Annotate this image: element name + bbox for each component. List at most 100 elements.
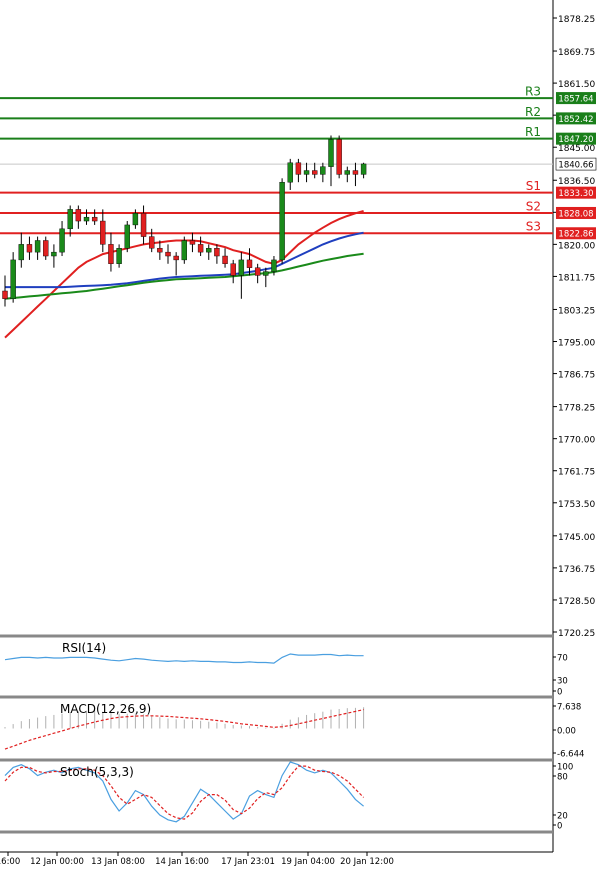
price-tick-label: 1720.25 (558, 629, 595, 639)
price-tick-label: 1820.00 (558, 241, 595, 251)
rsi-tick-label: 0 (557, 688, 562, 698)
candle-body (108, 244, 114, 264)
candle-body (352, 170, 359, 175)
candle-body (2, 290, 8, 299)
rsi-title: RSI(14) (62, 641, 106, 655)
price-tick-label: 1878.25 (558, 15, 595, 25)
price-tick-label: 1811.75 (558, 273, 595, 283)
macd-tick-label: 0.00 (557, 727, 576, 737)
candle-body (360, 163, 367, 175)
price-tick-label: 1728.50 (558, 597, 595, 607)
price-tick-label: 1770.00 (558, 436, 595, 446)
candle-body (312, 170, 318, 175)
candle-body (222, 255, 228, 264)
candle-body (75, 209, 82, 222)
candle-body (254, 267, 261, 276)
rsi-tick-label: 30 (557, 677, 568, 687)
candle-body (10, 259, 16, 299)
candle-body (83, 216, 90, 222)
price-tick-label: 1786.75 (558, 371, 595, 381)
time-tick-label: 20 Jan 12:00 (340, 857, 394, 867)
macd-tick-label: 7.638 (557, 703, 581, 713)
candle-body (238, 259, 245, 276)
level-price-label-s2: 1828.08 (558, 209, 593, 219)
macd-line-1 (4, 709, 364, 750)
candle-body (279, 181, 285, 261)
candle-body (320, 166, 326, 175)
stoch-tick-label: 80 (557, 773, 568, 783)
stoch-tick-label: 20 (557, 812, 568, 822)
price-tick-label: 1795.00 (558, 339, 595, 349)
candle-body (18, 244, 24, 261)
price-tick-label: 1869.75 (558, 48, 595, 58)
candle-body (132, 213, 139, 226)
price-tick-label: 1778.25 (558, 404, 595, 414)
stoch-tick-label: 0 (557, 822, 562, 832)
price-tick-label: 1761.75 (558, 468, 595, 478)
candle-body (43, 240, 49, 257)
candle-body (51, 251, 57, 257)
candle-body (181, 240, 188, 261)
rsi-line-1 (4, 653, 364, 664)
candle-body (197, 244, 204, 253)
level-price-label-s1: 1833.30 (558, 189, 593, 199)
candle-body (116, 248, 122, 264)
candle-body (230, 263, 236, 276)
candle-body (173, 255, 179, 261)
price-tick-label: 1845.00 (558, 144, 595, 154)
level-name-s2: S2 (526, 199, 541, 213)
candle-body (189, 240, 196, 245)
level-name-s1: S1 (526, 179, 541, 193)
time-tick-label: 17 Jan 23:01 (221, 857, 275, 867)
price-tick-label: 1836.50 (558, 177, 595, 187)
macd-title: MACD(12,26,9) (60, 702, 151, 716)
candle-body (295, 162, 302, 175)
macd-tick-label: -6.644 (557, 750, 584, 760)
current-price-label: 1840.66 (558, 161, 593, 171)
candle-body (26, 244, 33, 253)
stoch-title: Stoch(5,3,3) (60, 765, 134, 779)
level-name-r1: R1 (525, 125, 541, 139)
time-tick-label: 14 Jan 16:00 (155, 857, 209, 867)
level-price-label-r2: 1852.42 (558, 115, 593, 125)
price-tick-label: 1745.00 (558, 533, 595, 543)
level-name-r3: R3 (525, 85, 541, 99)
candle-body (214, 248, 220, 257)
candle-body (303, 170, 310, 175)
price-tick-label: 1753.50 (558, 500, 595, 510)
price-tick-label: 1861.50 (558, 80, 595, 90)
candle-body (344, 170, 350, 175)
candle-body (124, 224, 130, 249)
main-plot-area (0, 0, 553, 634)
candle-body (328, 139, 334, 167)
candle-body (140, 213, 147, 237)
candle-body (271, 259, 277, 272)
price-tick-label: 1736.75 (558, 565, 595, 575)
candle-body (59, 228, 65, 253)
level-name-s3: S3 (526, 220, 541, 234)
trading-chart: 1878.251869.751861.501853.251845.001836.… (0, 0, 597, 867)
time-tick-label: 13 Jan 08:00 (91, 857, 145, 867)
candle-body (206, 248, 212, 253)
stoch-line-2 (4, 765, 365, 820)
level-price-label-r3: 1857.64 (558, 95, 593, 105)
candle-body (148, 236, 155, 249)
time-tick-label: 19 Jan 04:00 (281, 857, 335, 867)
chart-root: 1878.251869.751861.501853.251845.001836.… (0, 0, 600, 875)
candle-body (34, 240, 41, 253)
candle-body (246, 259, 253, 268)
rsi-tick-label: 70 (557, 654, 568, 664)
level-price-label-r1: 1847.20 (558, 135, 593, 145)
price-tick-label: 1803.25 (558, 306, 595, 316)
candle-body (91, 216, 98, 222)
candle-body (100, 220, 106, 245)
candle-body (263, 271, 269, 276)
time-tick-label: 16:00 (0, 857, 20, 867)
candle-body (165, 251, 171, 257)
candle-body (157, 248, 163, 253)
time-tick-label: 12 Jan 00:00 (30, 857, 84, 867)
level-name-r2: R2 (525, 105, 541, 119)
level-price-label-s3: 1822.86 (558, 230, 593, 240)
candle-body (336, 139, 342, 175)
candle-body (67, 209, 73, 230)
